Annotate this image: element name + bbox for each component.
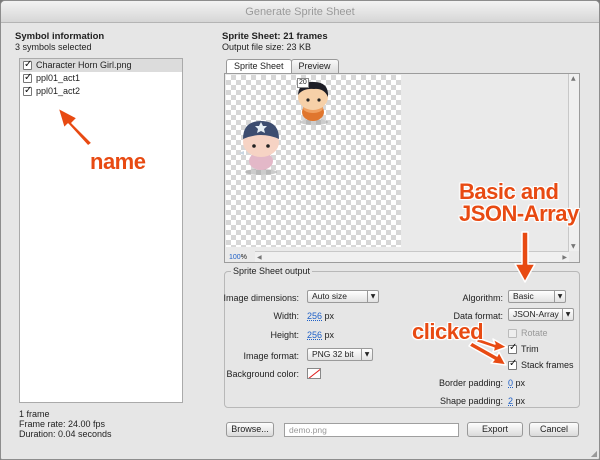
- annotation-clicked: clicked: [412, 319, 484, 344]
- annotation-arrows: [57, 107, 536, 366]
- annotation-name: name: [90, 149, 146, 174]
- annotation-basic-line2: JSON-Array: [459, 201, 579, 226]
- arrow-to-symbol-list-icon: [57, 107, 93, 147]
- arrow-to-algorithm-icon: [514, 231, 536, 283]
